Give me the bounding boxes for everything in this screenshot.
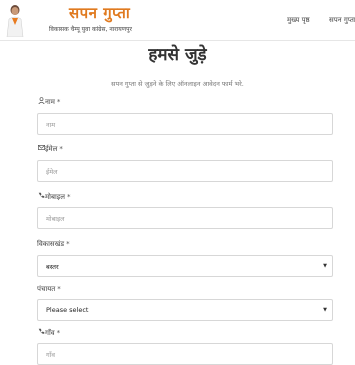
site-header: सपन गुप्ता विकासक चैम्पू युवा कांग्रेस, … bbox=[0, 0, 355, 41]
mobile-label: मोबाइल * bbox=[37, 192, 71, 202]
block-selected-value: बस्तर bbox=[46, 263, 59, 271]
required-marker: * bbox=[67, 193, 71, 201]
required-marker: * bbox=[57, 285, 61, 293]
caret-down-icon: ▼ bbox=[323, 307, 327, 313]
page-title: हमसे जुड़े bbox=[148, 45, 207, 65]
profile-avatar[interactable] bbox=[4, 3, 26, 37]
village-label: गाँव * bbox=[37, 328, 60, 338]
required-marker: * bbox=[59, 145, 63, 153]
user-icon bbox=[37, 97, 45, 106]
nav-about-link[interactable]: सपन गुप्ता bbox=[329, 16, 355, 25]
brand-subtitle: विकासक चैम्पू युवा कांग्रेस, नारायणपुर bbox=[49, 26, 132, 33]
required-marker: * bbox=[56, 329, 61, 337]
required-marker: * bbox=[56, 98, 61, 106]
block-label: विकासखंड * bbox=[37, 240, 70, 248]
email-input[interactable]: ईमेल bbox=[37, 160, 333, 182]
block-select[interactable]: बस्तर ▼ bbox=[37, 255, 333, 277]
phone-icon bbox=[37, 328, 45, 337]
brand-title[interactable]: सपन गुप्ता bbox=[69, 3, 130, 23]
mobile-input[interactable]: मोबाइल bbox=[37, 207, 333, 229]
required-marker: * bbox=[66, 240, 70, 248]
envelope-icon bbox=[37, 144, 45, 153]
email-placeholder: ईमेल bbox=[46, 168, 58, 176]
phone-icon bbox=[37, 192, 45, 201]
mobile-placeholder: मोबाइल bbox=[46, 215, 65, 223]
caret-down-icon: ▼ bbox=[323, 263, 327, 269]
name-placeholder: नाम bbox=[46, 121, 56, 129]
email-label: ईमेल * bbox=[37, 144, 63, 154]
nav-home-link[interactable]: मुख्य पृष्ठ bbox=[287, 16, 310, 25]
panchayat-label: पंचायत * bbox=[37, 285, 61, 293]
form-intro: सपन गुप्ता से जुड़ने के लिए ऑनलाइन आवेदन… bbox=[111, 80, 244, 88]
village-input[interactable]: गाँव bbox=[37, 343, 333, 365]
panchayat-select[interactable]: Please select ▼ bbox=[37, 299, 333, 321]
name-label: नाम * bbox=[37, 97, 60, 107]
name-input[interactable]: नाम bbox=[37, 113, 333, 135]
panchayat-selected-value: Please select bbox=[46, 306, 89, 314]
